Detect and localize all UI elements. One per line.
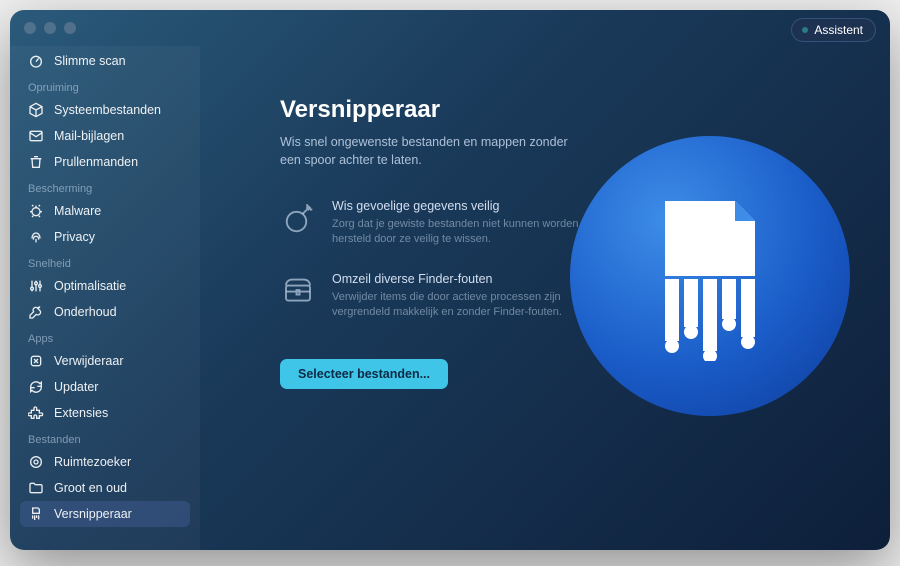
fingerprint-icon xyxy=(28,229,44,245)
sidebar-item-extensies[interactable]: Extensies xyxy=(20,400,190,426)
feature-text: Wis gevoelige gegevens veilig Zorg dat j… xyxy=(332,199,600,248)
page-subtitle: Wis snel ongewenste bestanden en mappen … xyxy=(280,134,580,169)
sidebar-item-label: Privacy xyxy=(54,230,95,244)
trash-icon xyxy=(28,154,44,170)
sidebar-item-label: Systeembestanden xyxy=(54,103,161,117)
sidebar-item-ruimtezoeker[interactable]: Ruimtezoeker xyxy=(20,449,190,475)
sidebar-item-label: Extensies xyxy=(54,406,108,420)
mail-icon xyxy=(28,128,44,144)
feature-title: Wis gevoelige gegevens veilig xyxy=(332,199,600,213)
sidebar-item-malware[interactable]: Malware xyxy=(20,198,190,224)
gauge-icon xyxy=(28,53,44,69)
uninstall-icon xyxy=(28,353,44,369)
sidebar-item-versnipperaar[interactable]: Versnipperaar xyxy=(20,501,190,527)
wrench-icon xyxy=(28,304,44,320)
sidebar-item-optimalisatie[interactable]: Optimalisatie xyxy=(20,273,190,299)
feature-desc: Verwijder items die door actieve process… xyxy=(332,290,600,321)
sidebar-item-smart-scan[interactable]: Slimme scan xyxy=(20,48,190,74)
folder-icon xyxy=(28,480,44,496)
page-title: Versnipperaar xyxy=(280,96,850,124)
cta-label: Selecteer bestanden... xyxy=(298,367,430,381)
shredder-icon xyxy=(28,506,44,522)
bomb-icon xyxy=(280,199,316,235)
lens-icon xyxy=(28,454,44,470)
assistant-dot-icon xyxy=(802,27,808,33)
titlebar: Assistent xyxy=(10,10,890,46)
app-body: Slimme scan Opruiming Systeembestanden Mai… xyxy=(10,46,890,550)
sidebar-item-label: Slimme scan xyxy=(54,54,126,68)
puzzle-icon xyxy=(28,405,44,421)
select-files-button[interactable]: Selecteer bestanden... xyxy=(280,359,448,389)
sidebar-item-label: Groot en oud xyxy=(54,481,127,495)
sidebar-section-title: Bestanden xyxy=(20,426,190,449)
minimize-window-button[interactable] xyxy=(44,22,56,34)
sidebar-item-prullenmanden[interactable]: Prullenmanden xyxy=(20,149,190,175)
sidebar: Slimme scan Opruiming Systeembestanden Mai… xyxy=(10,46,200,550)
maximize-window-button[interactable] xyxy=(64,22,76,34)
assistant-label: Assistent xyxy=(814,23,863,37)
shredder-hero-icon xyxy=(570,136,850,416)
sidebar-section-title: Snelheid xyxy=(20,250,190,273)
sidebar-item-label: Mail-bijlagen xyxy=(54,129,124,143)
sidebar-section-title: Bescherming xyxy=(20,175,190,198)
cube-icon xyxy=(28,102,44,118)
sidebar-item-mail-bijlagen[interactable]: Mail-bijlagen xyxy=(20,123,190,149)
sidebar-item-onderhoud[interactable]: Onderhoud xyxy=(20,299,190,325)
feature-desc: Zorg dat je gewiste bestanden niet kunne… xyxy=(332,217,600,248)
main-content: Versnipperaar Wis snel ongewenste bestan… xyxy=(200,46,890,550)
bug-icon xyxy=(28,203,44,219)
chest-icon xyxy=(280,272,316,308)
sidebar-item-privacy[interactable]: Privacy xyxy=(20,224,190,250)
sidebar-item-label: Optimalisatie xyxy=(54,279,126,293)
sliders-icon xyxy=(28,278,44,294)
close-window-button[interactable] xyxy=(24,22,36,34)
feature-title: Omzeil diverse Finder-fouten xyxy=(332,272,600,286)
app-window: Assistent Slimme scan Opruiming Systeembe… xyxy=(10,10,890,550)
feature-text: Omzeil diverse Finder-fouten Verwijder i… xyxy=(332,272,600,321)
sidebar-section-title: Apps xyxy=(20,325,190,348)
sidebar-section-title: Opruiming xyxy=(20,74,190,97)
sidebar-item-label: Verwijderaar xyxy=(54,354,123,368)
sidebar-item-label: Onderhoud xyxy=(54,305,117,319)
sidebar-item-systeembestanden[interactable]: Systeembestanden xyxy=(20,97,190,123)
sidebar-item-label: Ruimtezoeker xyxy=(54,455,131,469)
feature-secure-erase: Wis gevoelige gegevens veilig Zorg dat j… xyxy=(280,199,600,248)
traffic-lights xyxy=(24,22,76,34)
sidebar-item-groot-en-oud[interactable]: Groot en oud xyxy=(20,475,190,501)
assistant-button[interactable]: Assistent xyxy=(791,18,876,42)
sidebar-item-updater[interactable]: Updater xyxy=(20,374,190,400)
feature-finder-errors: Omzeil diverse Finder-fouten Verwijder i… xyxy=(280,272,600,321)
sidebar-item-label: Prullenmanden xyxy=(54,155,138,169)
sidebar-item-label: Versnipperaar xyxy=(54,507,132,521)
sidebar-item-verwijderaar[interactable]: Verwijderaar xyxy=(20,348,190,374)
sidebar-item-label: Updater xyxy=(54,380,98,394)
update-icon xyxy=(28,379,44,395)
sidebar-item-label: Malware xyxy=(54,204,101,218)
